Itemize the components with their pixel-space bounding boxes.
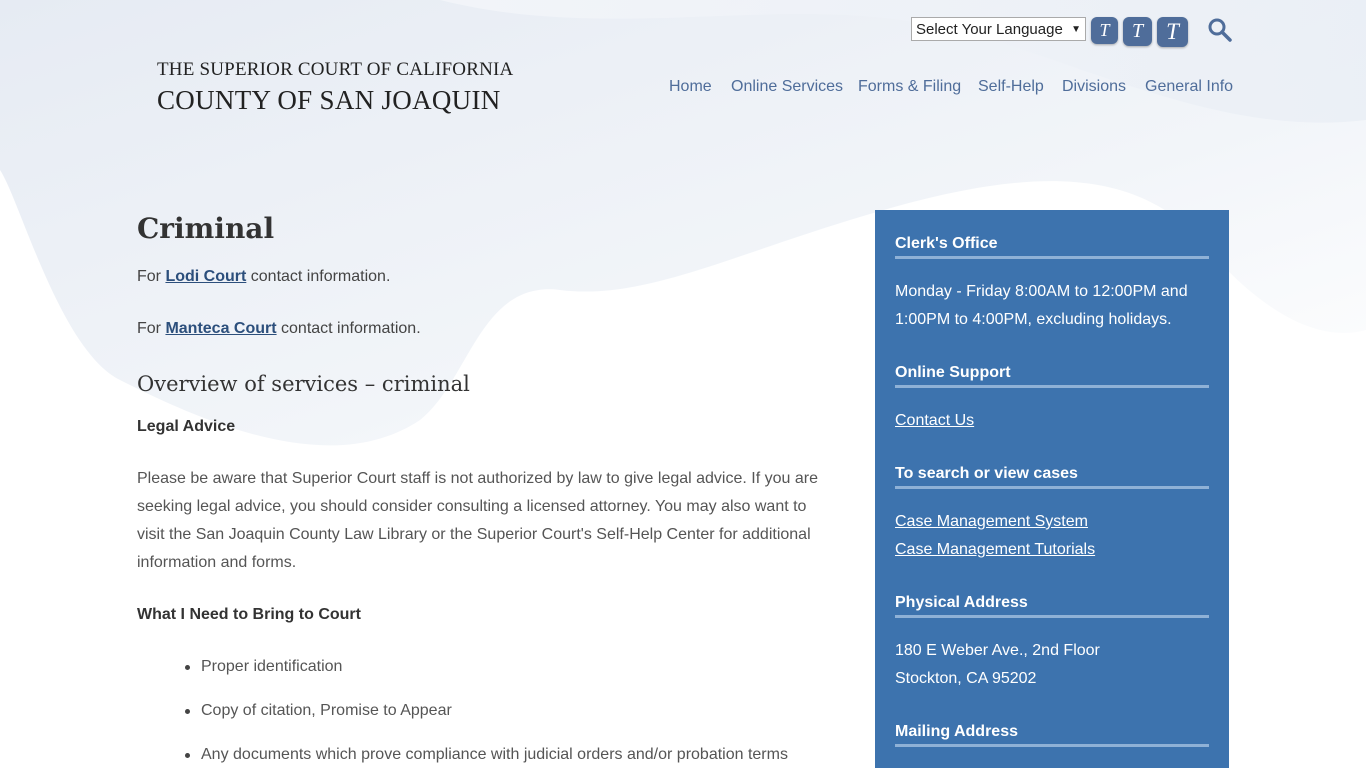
- logo-line-2: COUNTY OF SAN JOAQUIN: [157, 85, 501, 115]
- language-select-value: Select Your Language: [916, 20, 1063, 38]
- contact-us-link[interactable]: Contact Us: [895, 412, 974, 430]
- nav-home[interactable]: Home: [669, 78, 712, 96]
- list-item: Copy of citation, Promise to Appear: [185, 702, 452, 719]
- nav-general-info[interactable]: General Info: [1145, 78, 1233, 96]
- language-select[interactable]: Select Your Language ▼: [911, 17, 1086, 41]
- manteca-contact-line: For Manteca Court contact information.: [137, 315, 421, 343]
- manteca-prefix: For: [137, 320, 166, 337]
- manteca-suffix: contact information.: [276, 320, 421, 337]
- nav-forms-filing[interactable]: Forms & Filing: [858, 78, 961, 96]
- court-logo[interactable]: THE SUPERIOR COURT OF CALIFORNIA COUNTY …: [157, 59, 513, 116]
- physical-address-heading: Physical Address: [895, 594, 1209, 618]
- list-item: Proper identification: [184, 658, 343, 675]
- bring-to-court-heading: What I Need to Bring to Court: [137, 606, 361, 623]
- clerk-hours-line-2: 1:00PM to 4:00PM, excluding holidays.: [895, 311, 1172, 328]
- clerk-hours-line-1: Monday - Friday 8:00AM to 12:00PM and: [895, 283, 1188, 300]
- overview-heading: Overview of services – criminal: [137, 372, 470, 396]
- address-line-2: Stockton, CA 95202: [895, 670, 1037, 687]
- case-management-tutorials-link[interactable]: Case Management Tutorials: [895, 541, 1095, 559]
- mailing-address-heading: Mailing Address: [895, 723, 1209, 747]
- sidebar-panel: Clerk's Office Monday - Friday 8:00AM to…: [875, 210, 1229, 768]
- search-cases-heading: To search or view cases: [895, 465, 1209, 489]
- text-size-medium-button[interactable]: T: [1123, 17, 1152, 46]
- lodi-contact-line: For Lodi Court contact information.: [137, 263, 390, 291]
- nav-divisions[interactable]: Divisions: [1062, 78, 1126, 96]
- logo-line-1: THE SUPERIOR COURT OF CALIFORNIA: [157, 59, 514, 80]
- lodi-prefix: For: [137, 268, 166, 285]
- text-size-large-button[interactable]: T: [1157, 17, 1188, 47]
- legal-advice-text: Please be aware that Superior Court staf…: [137, 470, 818, 571]
- page-title: Criminal: [137, 212, 275, 245]
- chevron-down-icon: ▼: [1071, 23, 1081, 35]
- lodi-suffix: contact information.: [246, 268, 391, 285]
- manteca-court-link[interactable]: Manteca Court: [165, 320, 276, 337]
- online-support-heading: Online Support: [895, 364, 1209, 388]
- lodi-court-link[interactable]: Lodi Court: [165, 268, 246, 285]
- search-icon[interactable]: [1207, 17, 1233, 43]
- legal-advice-heading: Legal Advice: [137, 418, 236, 435]
- clerk-office-heading: Clerk's Office: [895, 235, 1209, 259]
- address-line-1: 180 E Weber Ave., 2nd Floor: [895, 642, 1100, 659]
- text-size-small-button[interactable]: T: [1091, 17, 1118, 44]
- list-item: Any documents which prove compliance wit…: [185, 746, 788, 763]
- nav-online-services[interactable]: Online Services: [731, 78, 843, 96]
- nav-self-help[interactable]: Self-Help: [978, 78, 1044, 96]
- case-management-system-link[interactable]: Case Management System: [895, 513, 1088, 531]
